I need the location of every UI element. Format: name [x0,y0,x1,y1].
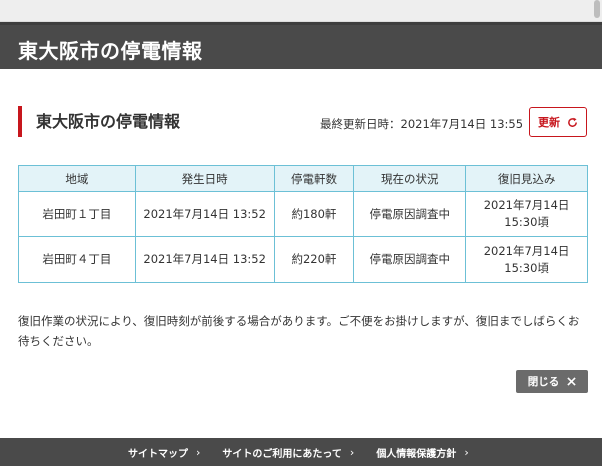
column-header-area: 地域 [18,165,136,192]
section-title: 東大阪市の停電情報 [18,106,180,137]
footer-links: サイトマップ › サイトのご利用にあたって › 個人情報保護方針 › [128,438,469,466]
browser-top-strip [0,0,602,22]
cell-status: 停電原因調査中 [353,236,467,283]
column-header-occurred: 発生日時 [134,165,275,192]
cell-area: 岩田町４丁目 [18,236,136,283]
cell-eta: 2021年7月14日 15:30頃 [465,191,588,237]
last-updated-value: 2021年7月14日 13:55 [400,117,524,131]
cell-status: 停電原因調査中 [353,191,467,237]
cell-count: 約180軒 [273,191,355,237]
outage-table: 地域 発生日時 停電軒数 現在の状況 復旧見込み 岩田町１丁目 2021年7月1… [18,165,588,283]
cell-eta-time: 15:30頃 [504,260,549,275]
close-icon [567,377,576,386]
footer-link-sitemap[interactable]: サイトマップ › [128,445,200,460]
cell-occurred: 2021年7月14日 13:52 [134,191,275,237]
cell-eta-time: 15:30頃 [504,215,549,229]
refresh-button-label: 更新 [538,117,560,129]
refresh-button[interactable]: 更新 [529,107,587,137]
column-header-count: 停電軒数 [273,165,355,192]
close-button-label: 閉じる [527,376,560,388]
table-header-row: 地域 発生日時 停電軒数 現在の状況 復旧見込み [18,165,588,192]
notice-text: 復旧作業の状況により、復旧時刻が前後する場合があります。ご不便をお掛けしますが、… [18,314,580,348]
chevron-right-icon: › [196,445,201,459]
footer-link-terms[interactable]: サイトのご利用にあたって › [222,445,354,460]
page-header: 東大阪市の停電情報 [0,22,602,69]
cell-occurred: 2021年7月14日 13:52 [134,236,275,283]
cell-eta-date: 2021年7月14日 [483,198,570,212]
column-header-eta: 復旧見込み [465,165,588,192]
cell-area: 岩田町１丁目 [18,191,136,237]
chevron-right-icon: › [464,445,469,459]
cell-eta: 2021年7月14日 15:30頃 [465,236,588,283]
page-title: 東大阪市の停電情報 [18,39,203,63]
footer-link-privacy[interactable]: 個人情報保護方針 › [376,445,468,460]
column-header-status: 現在の状況 [353,165,467,192]
footer-link-label: サイトのご利用にあたって [222,448,342,460]
close-button[interactable]: 閉じる [516,370,588,393]
section-title-text: 東大阪市の停電情報 [36,112,181,131]
last-updated: 最終更新日時：2021年7月14日 13:55 [320,116,523,132]
table-row: 岩田町４丁目 2021年7月14日 13:52 約220軒 停電原因調査中 20… [18,236,588,283]
footer-link-label: サイトマップ [128,448,188,460]
scrollbar-thumb[interactable] [594,0,600,18]
footer: サイトマップ › サイトのご利用にあたって › 個人情報保護方針 › [0,438,602,466]
last-updated-label: 最終更新日時： [320,117,401,131]
chevron-right-icon: › [349,445,355,459]
cell-count: 約220軒 [273,236,355,283]
refresh-icon [568,117,577,127]
table-row: 岩田町１丁目 2021年7月14日 13:52 約180軒 停電原因調査中 20… [18,191,588,237]
cell-eta-date: 2021年7月14日 [483,243,570,258]
footer-link-label: 個人情報保護方針 [376,448,457,460]
